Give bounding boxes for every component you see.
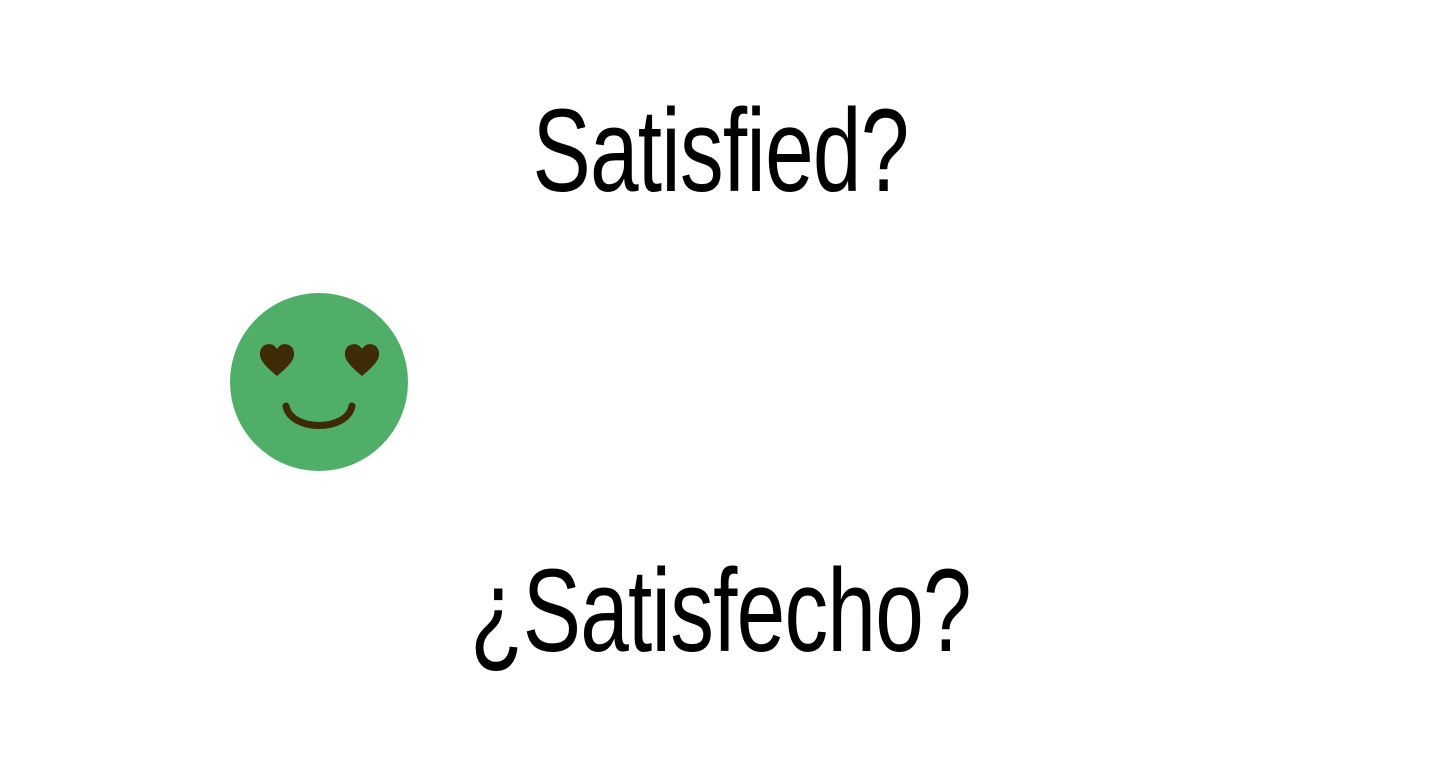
heart-eyes-smiley-icon[interactable] <box>229 292 409 472</box>
face-circle <box>230 293 408 471</box>
heading-english: Satisfied? <box>532 85 909 217</box>
heading-spanish: ¿Satisfecho? <box>470 545 972 677</box>
